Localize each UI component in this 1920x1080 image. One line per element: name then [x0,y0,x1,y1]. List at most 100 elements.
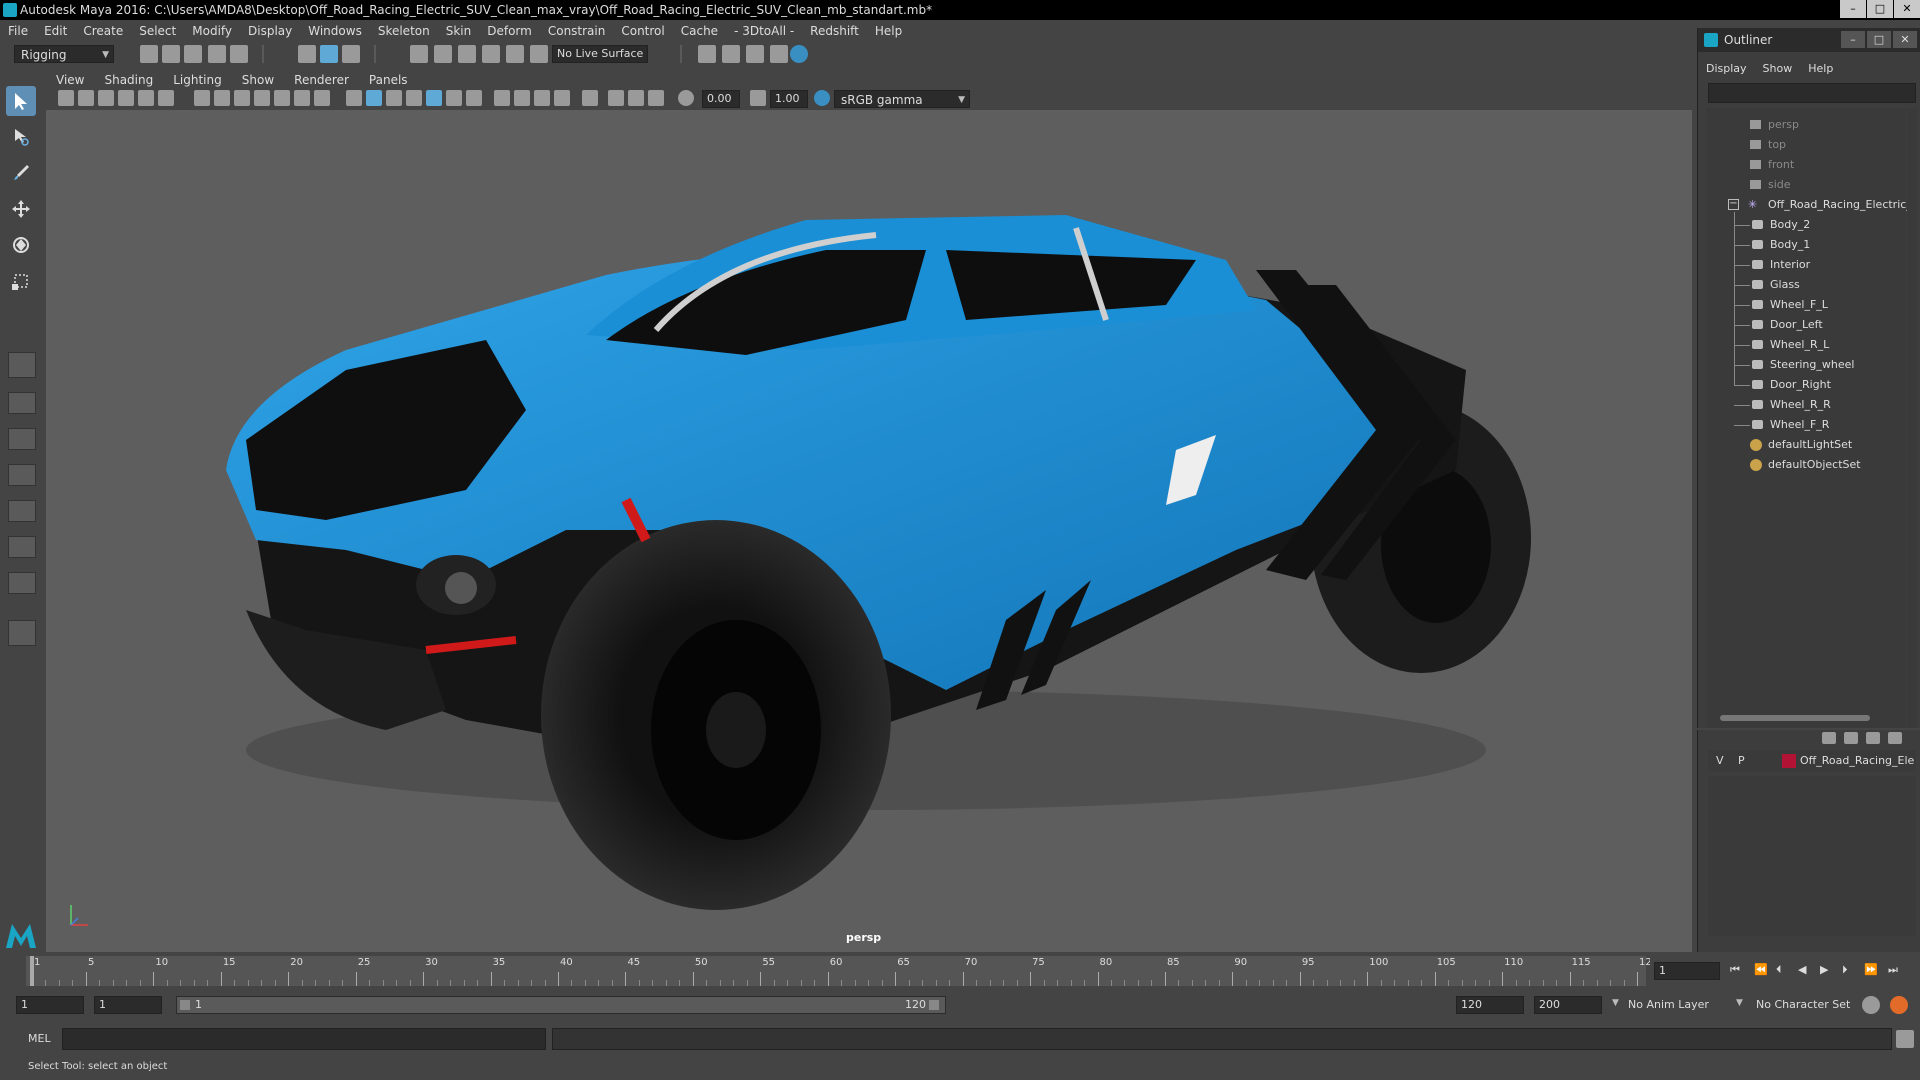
four-view-layout-button[interactable] [8,392,36,414]
smooth-shade-icon[interactable] [366,90,382,106]
open-scene-icon[interactable] [162,45,180,63]
persp-graph-layout-button[interactable] [8,464,36,486]
safe-action-icon[interactable] [294,90,310,106]
command-input[interactable] [62,1028,546,1050]
minimize-button[interactable]: – [1840,0,1866,18]
close-button[interactable]: ✕ [1894,0,1920,18]
menu-create[interactable]: Create [75,24,131,38]
live-surface-field[interactable]: No Live Surface [552,45,648,63]
time-slider[interactable]: 1 5 10 15 20 25 30 35 40 45 50 55 60 65 70 75 80 85 90 95 10… [0,954,1658,988]
color-management-icon[interactable] [814,90,830,106]
move-layer-up-icon[interactable] [1822,732,1836,744]
menu-skeleton[interactable]: Skeleton [370,24,438,38]
step-forward-key-icon[interactable]: ⏩ [1864,963,1878,976]
lasso-tool-button[interactable] [6,122,36,152]
menu-windows[interactable]: Windows [300,24,370,38]
range-start-handle[interactable] [180,1000,190,1010]
select-tool-button[interactable] [6,86,36,116]
snap-surface-icon[interactable] [506,45,524,63]
range-slider[interactable]: 1 120 [176,996,946,1014]
script-language-label[interactable]: MEL [28,1032,51,1045]
animation-start-field[interactable]: 1 [16,996,84,1014]
persp-outliner-layout-button[interactable] [8,428,36,450]
hypershade-persp-layout-button[interactable] [8,500,36,522]
auto-key-icon[interactable] [1862,996,1880,1014]
single-perspective-layout-button[interactable] [8,352,36,378]
display-layer-row[interactable]: V P Off_Road_Racing_Elec [1708,750,1916,772]
menu-cache[interactable]: Cache [673,24,726,38]
outliner-minimize-button[interactable]: – [1841,31,1865,48]
outliner-item-persp[interactable]: persp [1706,115,1906,135]
outliner-item-interior[interactable]: Interior [1706,255,1906,275]
menu-3dtoall[interactable]: - 3DtoAll - [726,24,802,38]
time-slider-track[interactable]: 1 5 10 15 20 25 30 35 40 45 50 55 60 65 70 75 80 85 90 95 10… [26,956,1658,986]
playback-end-field[interactable]: 120 [1456,996,1524,1014]
scrollbar-thumb[interactable] [1720,715,1870,721]
film-gate-icon[interactable] [214,90,230,106]
outliner-item-steering-wheel[interactable]: Steering_wheel [1706,355,1906,375]
maximize-button[interactable]: □ [1867,0,1893,18]
render-frame-icon[interactable] [722,45,740,63]
snap-curve-icon[interactable] [434,45,452,63]
animation-end-field[interactable]: 200 [1534,996,1602,1014]
outliner-item-body-2[interactable]: Body_2 [1706,215,1906,235]
field-chart-icon[interactable] [274,90,290,106]
exposure-field[interactable]: 0.00 [702,90,740,108]
snap-magnet-icon[interactable] [530,45,548,63]
custom-layout-button[interactable] [8,572,36,594]
menu-file[interactable]: File [0,24,36,38]
outliner-item-default-object-set[interactable]: defaultObjectSet [1706,455,1906,475]
current-time-marker[interactable] [30,956,34,986]
gate-mask-icon[interactable] [254,90,270,106]
snap-grid-icon[interactable] [410,45,428,63]
select-hierarchy-icon[interactable] [298,45,316,63]
outliner-item-wheel-f-l[interactable]: Wheel_F_L [1706,295,1906,315]
screen-space-ao-icon[interactable] [494,90,510,106]
layer-color-swatch[interactable] [1782,754,1796,768]
hypershade-icon[interactable] [790,45,808,63]
outliner-item-wheel-r-r[interactable]: Wheel_R_R [1706,395,1906,415]
collapse-icon[interactable]: − [1728,199,1739,210]
outliner-item-wheel-r-l[interactable]: Wheel_R_L [1706,335,1906,355]
mode-selector[interactable]: Rigging ▼ [14,45,114,63]
panel-menu-show[interactable]: Show [232,73,284,87]
isolate-select-icon[interactable] [582,90,598,106]
menu-deform[interactable]: Deform [479,24,540,38]
use-all-lights-icon[interactable] [446,90,462,106]
default-material-icon[interactable] [386,90,402,106]
undo-icon[interactable] [208,45,226,63]
outliner-item-default-light-set[interactable]: defaultLightSet [1706,435,1906,455]
outliner-item-body-1[interactable]: Body_1 [1706,235,1906,255]
redo-icon[interactable] [230,45,248,63]
menu-skin[interactable]: Skin [438,24,480,38]
depth-of-field-icon[interactable] [554,90,570,106]
outliner-vertical-scrollbar[interactable] [1907,108,1917,728]
xray-icon[interactable] [608,90,624,106]
panel-menu-renderer[interactable]: Renderer [284,73,359,87]
scale-tool-button[interactable] [6,266,36,296]
new-scene-icon[interactable] [140,45,158,63]
panel-menu-shading[interactable]: Shading [94,73,163,87]
2d-pan-zoom-icon[interactable] [138,90,154,106]
snap-point-icon[interactable] [458,45,476,63]
new-layer-icon[interactable] [1866,732,1880,744]
bookmark-icon[interactable] [98,90,114,106]
outliner-maximize-button[interactable]: □ [1867,31,1891,48]
layer-playback-toggle[interactable]: P [1738,750,1745,772]
camera-attributes-icon[interactable] [78,90,94,106]
menu-redshift[interactable]: Redshift [802,24,867,38]
chevron-down-icon[interactable]: ▼ [1612,998,1619,1008]
outliner-menu-show[interactable]: Show [1755,62,1801,75]
anim-layer-selector[interactable]: No Anim Layer [1628,998,1709,1011]
image-plane-icon[interactable] [118,90,134,106]
move-layer-down-icon[interactable] [1844,732,1858,744]
render-settings-icon[interactable] [698,45,716,63]
xray-joints-icon[interactable] [628,90,644,106]
grease-pencil-icon[interactable] [158,90,174,106]
exposure-icon[interactable] [678,90,694,106]
menu-help[interactable]: Help [867,24,910,38]
gamma-field[interactable]: 1.00 [770,90,808,108]
wireframe-icon[interactable] [346,90,362,106]
view-transform-selector[interactable]: sRGB gamma ▼ [834,90,970,108]
resolution-gate-icon[interactable] [234,90,250,106]
